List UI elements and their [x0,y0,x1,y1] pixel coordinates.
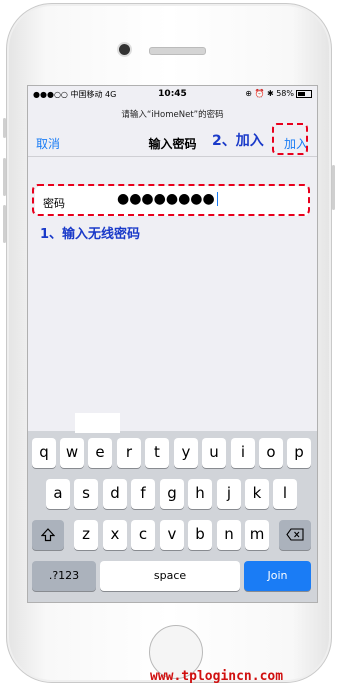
key-g[interactable]: g [160,479,184,509]
key-m[interactable]: m [245,520,269,550]
shift-icon [40,528,56,542]
key-o[interactable]: o [259,438,283,468]
key-h[interactable]: h [188,479,212,509]
key-k[interactable]: k [245,479,269,509]
shift-key[interactable] [32,520,64,550]
battery-icon [296,89,312,98]
annotation-step2: 2、加入 [212,133,264,149]
key-a[interactable]: a [46,479,70,509]
watermark: www.tplogincn.com [150,669,284,684]
volume-up-button [3,158,6,196]
key-t[interactable]: t [145,438,169,468]
key-z[interactable]: z [74,520,98,550]
keyboard-tab [75,413,120,433]
status-indicators: ⊕ ⏰ ✱ 58% [245,89,294,98]
status-right: ⊕ ⏰ ✱ 58% [245,89,312,98]
join-highlight-box [272,123,308,155]
key-s[interactable]: s [74,479,98,509]
mute-switch [3,118,6,138]
delete-icon [286,528,304,541]
annotation-step1: 1、输入无线密码 [40,227,141,242]
key-y[interactable]: y [174,438,198,468]
status-bar: ●●●○○ 中国移动 4G 10:45 ⊕ ⏰ ✱ 58% [28,86,317,103]
password-highlight-box [32,184,310,216]
volume-down-button [3,205,6,243]
key-q[interactable]: q [32,438,56,468]
key-v[interactable]: v [160,520,184,550]
delete-key[interactable] [279,520,311,550]
password-prompt: 请输入“iHomeNet”的密码 [121,110,224,120]
key-e[interactable]: e [88,438,112,468]
key-r[interactable]: r [117,438,141,468]
key-w[interactable]: w [60,438,84,468]
front-camera [119,44,130,55]
key-c[interactable]: c [131,520,155,550]
phone-screen: ●●●○○ 中国移动 4G 10:45 ⊕ ⏰ ✱ 58% 请输入“iHomeN… [27,85,318,603]
power-button [332,165,335,210]
numbers-key[interactable]: .?123 [32,561,96,591]
key-b[interactable]: b [188,520,212,550]
key-i[interactable]: i [231,438,255,468]
key-n[interactable]: n [217,520,241,550]
keyboard: q w e r t y u i o p a s d f g h j k l z … [28,413,317,602]
key-p[interactable]: p [287,438,311,468]
key-f[interactable]: f [131,479,155,509]
key-d[interactable]: d [103,479,127,509]
space-key[interactable]: space [100,561,240,591]
key-x[interactable]: x [103,520,127,550]
earpiece-speaker [149,47,206,55]
key-l[interactable]: l [273,479,297,509]
join-key[interactable]: Join [244,561,311,591]
key-j[interactable]: j [217,479,241,509]
key-u[interactable]: u [202,438,226,468]
